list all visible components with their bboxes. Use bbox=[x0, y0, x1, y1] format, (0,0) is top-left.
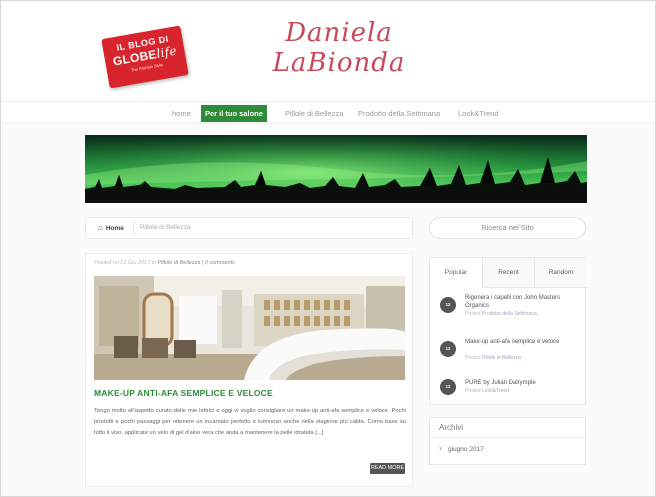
archive-link[interactable]: › giugno 2017 bbox=[439, 443, 484, 454]
breadcrumb-home[interactable]: ⌂ Home bbox=[98, 218, 124, 239]
breadcrumb-divider bbox=[133, 221, 134, 235]
breadcrumb-current: Pillole di Bellezza bbox=[140, 224, 191, 231]
search-input[interactable]: Ricerca nel Sito bbox=[429, 217, 586, 239]
archive-divider bbox=[430, 437, 587, 438]
page-frame: IL BLOG DI GLOBElife The Fashion Style D… bbox=[0, 0, 656, 497]
popular-post-title[interactable]: Make-up anti-afa semplice e veloce bbox=[465, 338, 585, 346]
post-featured-image[interactable] bbox=[94, 276, 405, 380]
chevron-right-icon: › bbox=[439, 443, 442, 453]
tab-recent[interactable]: Recent bbox=[482, 258, 534, 288]
popular-post-meta: Posted Pillole di Bellezza bbox=[465, 355, 521, 361]
breadcrumb: ⌂ Home Pillole di Bellezza bbox=[85, 217, 413, 239]
site-title[interactable]: Daniela LaBionda bbox=[264, 18, 414, 78]
blog-post-card: Posted on 12 Giu 2017 in Pillole di Bell… bbox=[85, 253, 413, 487]
date-badge: 12 bbox=[440, 297, 456, 313]
popular-post-item[interactable]: 12 Rigenera i capelli con John Masters O… bbox=[440, 294, 580, 324]
home-icon: ⌂ bbox=[98, 223, 103, 232]
nav-prodotto-della-settimana[interactable]: Prodotto della Settimana bbox=[358, 106, 440, 122]
popular-post-item[interactable]: 12 Make-up anti-afa semplice e veloce Po… bbox=[440, 338, 580, 368]
post-excerpt: Tengo molto all'aspetto curato delle mie… bbox=[94, 408, 406, 436]
archive-title: Archivi bbox=[439, 423, 464, 432]
nav-look-trend[interactable]: Look&Trend bbox=[458, 106, 499, 122]
site-header: IL BLOG DI GLOBElife The Fashion Style D… bbox=[2, 2, 655, 102]
read-more-button[interactable]: READ MORE bbox=[370, 463, 405, 474]
tab-popular[interactable]: Popular bbox=[430, 258, 482, 288]
date-badge: 12 bbox=[440, 341, 456, 357]
aurora-banner-image bbox=[85, 135, 587, 203]
nav-per-il-tuo-salone[interactable]: Per il tuo salone bbox=[201, 105, 267, 122]
post-category-link[interactable]: Pillole di Bellezza bbox=[158, 260, 201, 266]
globelife-logo[interactable]: IL BLOG DI GLOBElife The Fashion Style bbox=[101, 25, 189, 89]
date-badge: 12 bbox=[440, 379, 456, 395]
popular-post-title[interactable]: PURE by Julian Dalrymple bbox=[465, 379, 585, 387]
nav-pillole-di-bellezza[interactable]: Pillole di Bellezza bbox=[285, 106, 343, 122]
popular-post-item[interactable]: 12 PURE by Julian Dalrymple Posted Look&… bbox=[440, 376, 580, 406]
nav-home[interactable]: home bbox=[172, 106, 191, 122]
tab-random[interactable]: Random bbox=[534, 258, 587, 288]
archive-widget: Archivi › giugno 2017 bbox=[429, 417, 587, 465]
popular-post-meta: Posted Look&Trend bbox=[465, 388, 510, 394]
salon-interior-photo bbox=[94, 276, 405, 380]
sidebar-tabs-widget: Popular Recent Random 12 Rigenera i cape… bbox=[429, 257, 587, 406]
post-meta: Posted on 12 Giu 2017 in Pillole di Bell… bbox=[94, 260, 235, 266]
popular-post-meta: Posted Prodotto della Settimana bbox=[465, 311, 537, 317]
post-title[interactable]: MAKE-UP ANTI-AFA SEMPLICE E VELOCE bbox=[94, 388, 273, 398]
popular-post-title[interactable]: Rigenera i capelli con John Masters Orga… bbox=[465, 294, 585, 310]
main-nav: home Per il tuo salone Pillole di Bellez… bbox=[2, 102, 655, 124]
aurora-illustration bbox=[85, 135, 587, 203]
